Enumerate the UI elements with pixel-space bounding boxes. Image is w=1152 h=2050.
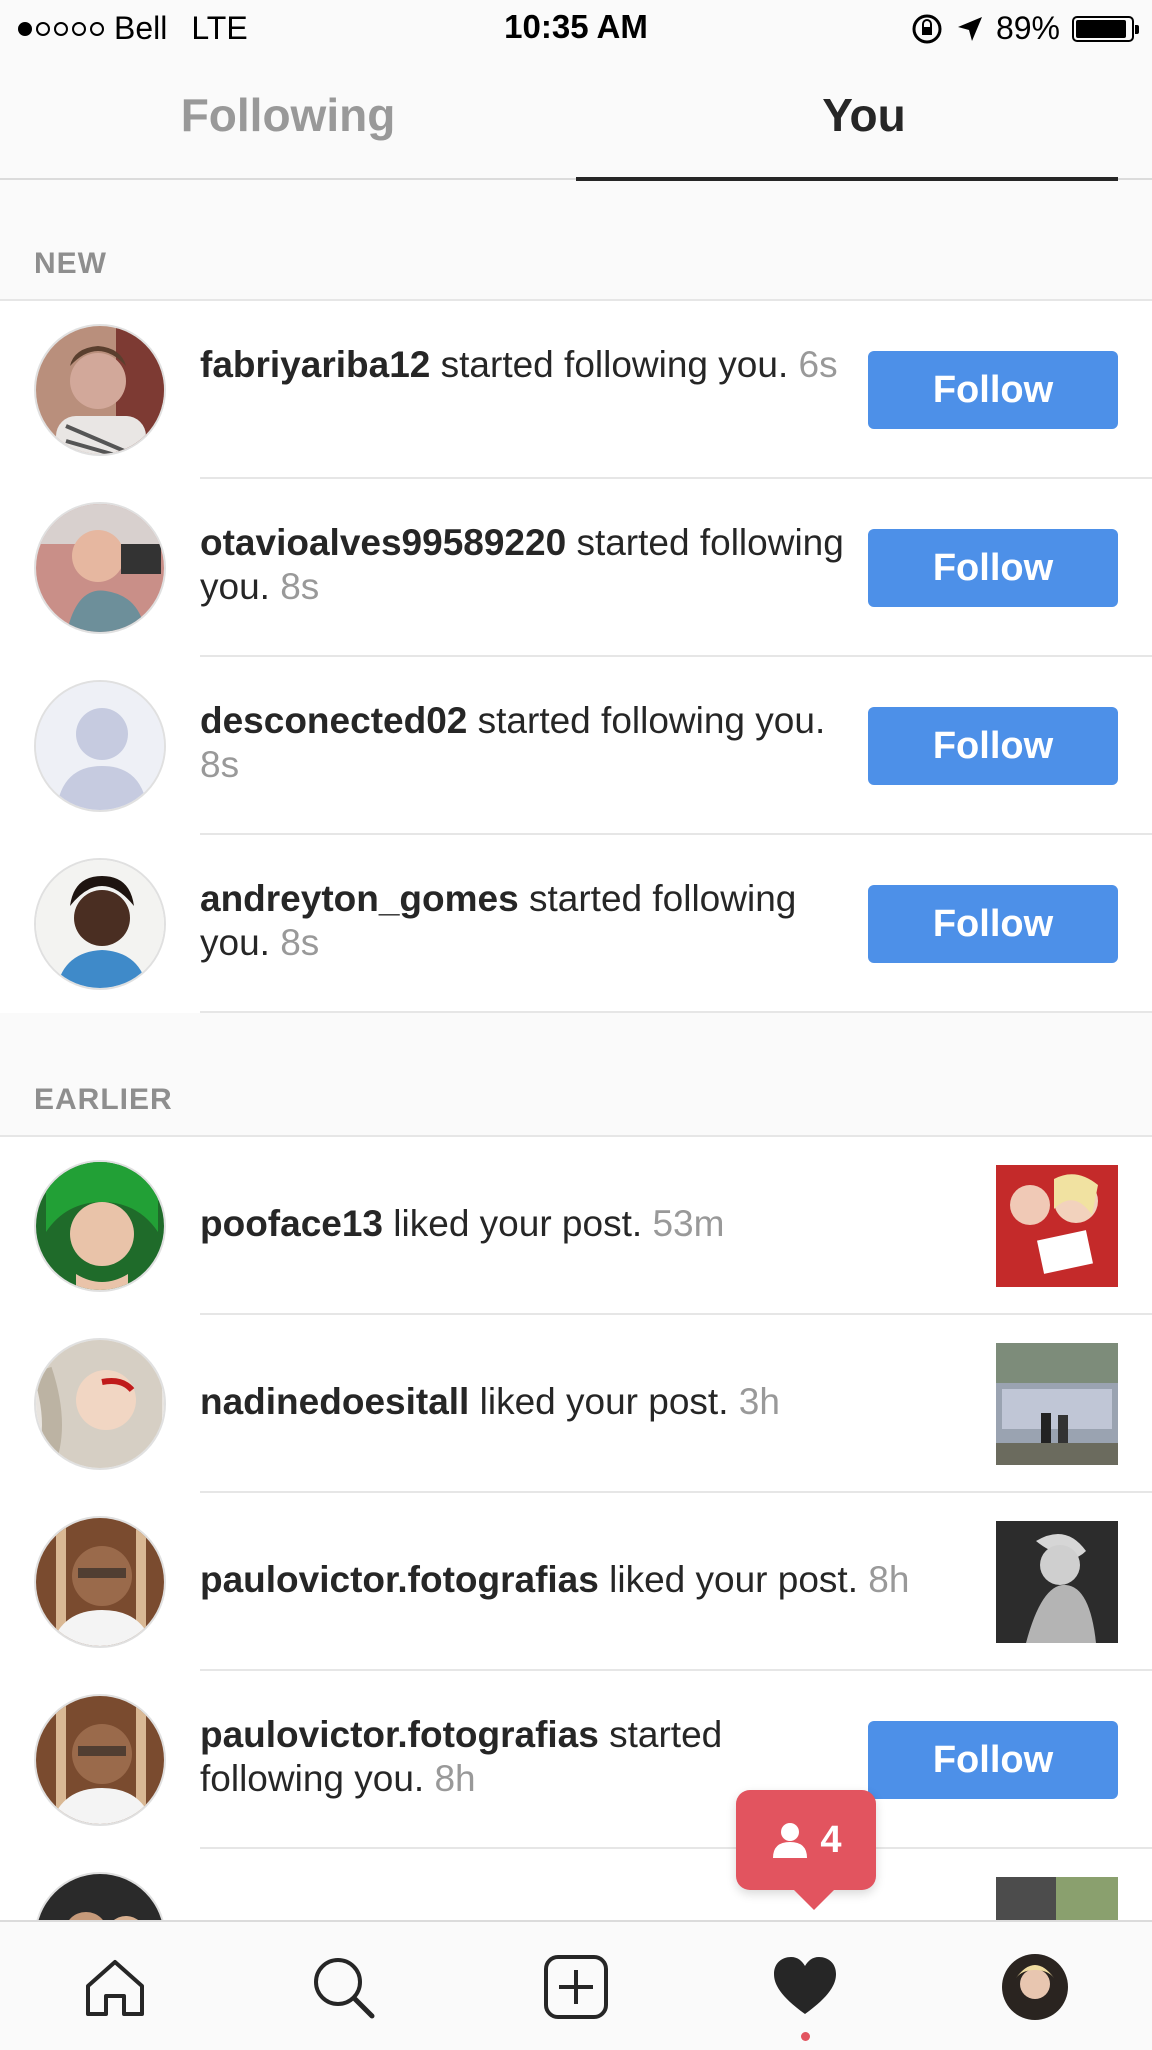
- timestamp: 8h: [868, 1559, 910, 1600]
- avatar[interactable]: [34, 1516, 166, 1648]
- timestamp: 8h: [434, 1758, 476, 1799]
- earlier-activity-list: pooface13 liked your post. 53m nadinedoe…: [0, 1135, 1152, 1927]
- notification-text: paulovictor.fotografias started followin…: [200, 1713, 860, 1801]
- timestamp: 8s: [280, 922, 320, 963]
- post-thumbnail[interactable]: [996, 1165, 1118, 1287]
- list-item[interactable]: fabriyariba12 started following you. 6s …: [0, 301, 1152, 479]
- timestamp: 3h: [738, 1381, 780, 1422]
- list-item[interactable]: nadinedoesitall liked your post. 3h: [0, 1315, 1152, 1493]
- list-item-partial[interactable]: [0, 1849, 1152, 1927]
- timestamp: 8s: [280, 566, 320, 607]
- follow-button[interactable]: Follow: [868, 351, 1118, 429]
- active-tab-indicator: [576, 177, 1118, 181]
- notification-text: fabriyariba12 started following you. 6s: [200, 343, 860, 387]
- follow-button[interactable]: Follow: [868, 885, 1118, 963]
- status-bar: Bell LTE 10:35 AM 89%: [0, 0, 1152, 60]
- username[interactable]: paulovictor.fotografias: [200, 1559, 599, 1600]
- new-activity-list: fabriyariba12 started following you. 6s …: [0, 299, 1152, 1013]
- avatar[interactable]: [34, 1694, 166, 1826]
- notification-text: nadinedoesitall liked your post. 3h: [200, 1380, 960, 1424]
- profile-avatar[interactable]: [1002, 1954, 1068, 2020]
- avatar[interactable]: [34, 1160, 166, 1292]
- tab-you[interactable]: You: [576, 88, 1152, 142]
- avatar[interactable]: [34, 1338, 166, 1470]
- badge-count: 4: [820, 1818, 842, 1861]
- list-item[interactable]: pooface13 liked your post. 53m: [0, 1137, 1152, 1315]
- avatar[interactable]: [34, 324, 166, 456]
- list-item[interactable]: paulovictor.fotografias liked your post.…: [0, 1493, 1152, 1671]
- active-tab-dot: [801, 2032, 810, 2041]
- follow-button[interactable]: Follow: [868, 1721, 1118, 1799]
- battery-icon: [1072, 15, 1139, 42]
- notification-text: desconected02 started following you. 8s: [200, 699, 860, 787]
- new-followers-badge[interactable]: 4: [736, 1790, 876, 1910]
- timestamp: 6s: [798, 344, 838, 385]
- tab-following[interactable]: Following: [0, 88, 576, 142]
- follow-button[interactable]: Follow: [868, 529, 1118, 607]
- status-right: 89%: [910, 10, 1139, 47]
- rotation-lock-icon: [912, 14, 942, 43]
- username[interactable]: fabriyariba12: [200, 344, 430, 385]
- notification-text: pooface13 liked your post. 53m: [200, 1202, 960, 1246]
- username[interactable]: nadinedoesitall: [200, 1381, 469, 1422]
- list-item[interactable]: desconected02 started following you. 8s …: [0, 657, 1152, 835]
- follow-button[interactable]: Follow: [868, 707, 1118, 785]
- search-icon[interactable]: [308, 1952, 378, 2022]
- person-icon: [773, 1823, 808, 1858]
- section-header-earlier: EARLIER: [34, 1083, 173, 1116]
- timestamp: 8s: [200, 744, 240, 785]
- action-text: liked your post.: [469, 1381, 729, 1422]
- activity-heart-icon[interactable]: [770, 1952, 840, 2022]
- battery-percent: 89%: [995, 10, 1060, 46]
- post-thumbnail[interactable]: [996, 1521, 1118, 1643]
- notification-text: paulovictor.fotografias liked your post.…: [200, 1558, 960, 1602]
- list-item[interactable]: andreyton_gomes started following you. 8…: [0, 835, 1152, 1013]
- username[interactable]: desconected02: [200, 700, 467, 741]
- avatar[interactable]: [34, 858, 166, 990]
- avatar[interactable]: [34, 1872, 166, 1927]
- add-post-icon[interactable]: [541, 1952, 611, 2022]
- activity-tabs: Following You: [0, 60, 1152, 181]
- username[interactable]: andreyton_gomes: [200, 878, 519, 919]
- notification-text: andreyton_gomes started following you. 8…: [200, 877, 860, 965]
- location-arrow-icon: [957, 16, 982, 41]
- action-text: started following you.: [467, 700, 826, 741]
- list-item[interactable]: paulovictor.fotografias started followin…: [0, 1671, 1152, 1849]
- home-icon[interactable]: [80, 1952, 150, 2022]
- section-header-new: NEW: [34, 247, 107, 280]
- avatar[interactable]: [34, 502, 166, 634]
- action-text: started following you.: [430, 344, 789, 385]
- action-text: liked your post.: [383, 1203, 643, 1244]
- list-item[interactable]: otavioalves99589220 started following yo…: [0, 479, 1152, 657]
- username[interactable]: otavioalves99589220: [200, 522, 566, 563]
- post-thumbnail[interactable]: [996, 1343, 1118, 1465]
- bottom-tab-bar: [0, 1920, 1152, 2050]
- default-avatar[interactable]: [34, 680, 166, 812]
- username[interactable]: paulovictor.fotografias: [200, 1714, 599, 1755]
- username[interactable]: pooface13: [200, 1203, 383, 1244]
- timestamp: 53m: [652, 1203, 725, 1244]
- action-text: liked your post.: [598, 1559, 858, 1600]
- notification-text: otavioalves99589220 started following yo…: [200, 521, 860, 609]
